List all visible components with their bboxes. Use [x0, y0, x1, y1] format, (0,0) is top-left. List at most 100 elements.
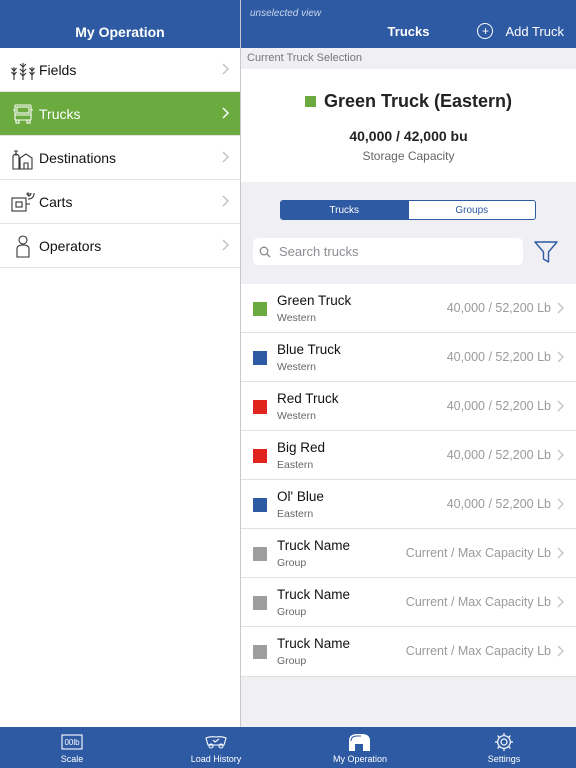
truck-group: Group	[277, 655, 307, 667]
tab-label: My Operation	[332, 754, 388, 764]
tab-label: Load History	[190, 754, 242, 764]
truck-row[interactable]: Truck Name Group Current / Max Capacity …	[241, 578, 576, 627]
truck-color-swatch	[253, 547, 267, 561]
master-header: My Operation	[0, 0, 240, 48]
tab-my-operation[interactable]: My Operation	[288, 727, 432, 768]
trucks-groups-segmented-control: Trucks Groups	[280, 200, 536, 220]
truck-capacity: 40,000 / 52,200 Lb	[446, 301, 551, 315]
truck-capacity: Current / Max Capacity Lb	[405, 546, 551, 560]
filter-icon[interactable]	[532, 238, 560, 266]
truck-row[interactable]: Big Red Eastern 40,000 / 52,200 Lb	[241, 431, 576, 480]
chevron-right-icon	[557, 351, 564, 363]
truck-capacity: Current / Max Capacity Lb	[405, 595, 551, 609]
truck-name: Green Truck	[277, 293, 352, 308]
storage-capacity-label: Storage Capacity	[362, 149, 455, 163]
truck-capacity: 40,000 / 52,200 Lb	[446, 350, 551, 364]
search-input[interactable]	[277, 243, 511, 260]
truck-group: Eastern	[277, 508, 314, 520]
chevron-right-icon	[557, 645, 564, 657]
selected-truck-card: Green Truck (Eastern) 40,000 / 42,000 bu…	[241, 69, 576, 182]
sidebar-item-label: Fields	[39, 61, 77, 78]
truck-row[interactable]: Truck Name Group Current / Max Capacity …	[241, 627, 576, 677]
truck-row[interactable]: Green Truck Western 40,000 / 52,200 Lb	[241, 284, 576, 333]
truck-row[interactable]: Blue Truck Western 40,000 / 52,200 Lb	[241, 333, 576, 382]
truck-row[interactable]: Truck Name Group Current / Max Capacity …	[241, 529, 576, 578]
chevron-right-icon	[557, 400, 564, 412]
chevron-right-icon	[222, 107, 230, 119]
search-bar	[253, 238, 523, 265]
truck-list: Green Truck Western 40,000 / 52,200 Lb B…	[241, 284, 576, 677]
operator-icon	[11, 234, 35, 258]
truck-group: Group	[277, 557, 307, 569]
truck-name: Big Red	[277, 440, 326, 455]
truck-row[interactable]: Red Truck Western 40,000 / 52,200 Lb	[241, 382, 576, 431]
master-title: My Operation	[75, 24, 165, 40]
sidebar-item-destinations[interactable]: Destinations	[0, 136, 240, 180]
truck-name: Truck Name	[277, 538, 351, 553]
master-pane: My Operation Fields Trucks Destinations …	[0, 0, 241, 727]
sidebar-item-fields[interactable]: Fields	[0, 48, 240, 92]
truck-name: Truck Name	[277, 636, 351, 651]
fields-icon	[11, 58, 35, 82]
sidebar-item-carts[interactable]: Carts	[0, 180, 240, 224]
truck-color-swatch	[253, 302, 267, 316]
detail-header: unselected view Trucks + Add Truck	[241, 0, 576, 48]
destinations-icon	[11, 146, 35, 170]
sidebar-item-operators[interactable]: Operators	[0, 224, 240, 268]
truck-name: Truck Name	[277, 587, 351, 602]
add-truck-button[interactable]: + Add Truck	[477, 23, 564, 39]
truck-group: Western	[277, 410, 316, 422]
truck-color-swatch	[253, 645, 267, 659]
selected-truck-name: Green Truck (Eastern)	[323, 91, 513, 111]
tab-load-history[interactable]: Load History	[144, 727, 288, 768]
truck-name: Red Truck	[277, 391, 339, 406]
selected-truck-capacity: 40,000 / 42,000 bu	[349, 128, 468, 144]
chevron-right-icon	[222, 151, 230, 163]
chevron-right-icon	[222, 63, 230, 75]
truck-group: Western	[277, 312, 316, 324]
tab-settings[interactable]: Settings	[432, 727, 576, 768]
chevron-right-icon	[557, 449, 564, 461]
tab-label: Settings	[487, 754, 521, 764]
truck-color-swatch	[253, 400, 267, 414]
selected-truck-color-swatch	[304, 96, 316, 107]
truck-capacity: 40,000 / 52,200 Lb	[446, 448, 551, 462]
truck-row[interactable]: Ol' Blue Eastern 40,000 / 52,200 Lb	[241, 480, 576, 529]
gear-icon	[492, 732, 516, 752]
sidebar-item-label: Carts	[39, 193, 73, 210]
truck-icon	[11, 102, 35, 126]
sidebar-item-trucks[interactable]: Trucks	[0, 92, 240, 136]
chevron-right-icon	[222, 195, 230, 207]
segment-groups[interactable]: Groups	[407, 201, 536, 219]
truck-name: Blue Truck	[277, 342, 341, 357]
unselected-view-label: unselected view	[250, 8, 322, 19]
truck-group: Western	[277, 361, 316, 373]
selected-truck-name-row: Green Truck (Eastern)	[241, 91, 576, 112]
truck-color-swatch	[253, 449, 267, 463]
my-operation-icon	[348, 732, 372, 752]
detail-pane: unselected view Trucks + Add Truck Curre…	[241, 0, 576, 727]
chevron-right-icon	[557, 596, 564, 608]
cart-icon	[11, 190, 35, 214]
segment-trucks[interactable]: Trucks	[281, 201, 408, 219]
sidebar-item-label: Trucks	[39, 105, 81, 122]
truck-color-swatch	[253, 498, 267, 512]
chevron-right-icon	[557, 498, 564, 510]
scale-icon-text: 00lb	[64, 738, 80, 747]
tab-label: Scale	[60, 754, 84, 764]
add-truck-label: Add Truck	[505, 23, 564, 39]
sidebar-item-label: Operators	[39, 237, 102, 254]
load-history-icon	[204, 732, 228, 752]
tab-scale[interactable]: 00lb Scale	[0, 727, 144, 768]
truck-color-swatch	[253, 351, 267, 365]
truck-color-swatch	[253, 596, 267, 610]
truck-group: Group	[277, 606, 307, 618]
chevron-right-icon	[557, 547, 564, 559]
chevron-right-icon	[557, 302, 564, 314]
scale-icon: 00lb	[60, 732, 84, 752]
truck-capacity: Current / Max Capacity Lb	[405, 644, 551, 658]
search-icon	[259, 246, 271, 257]
truck-name: Ol' Blue	[277, 489, 324, 504]
truck-group: Eastern	[277, 459, 314, 471]
truck-capacity: 40,000 / 52,200 Lb	[446, 497, 551, 511]
